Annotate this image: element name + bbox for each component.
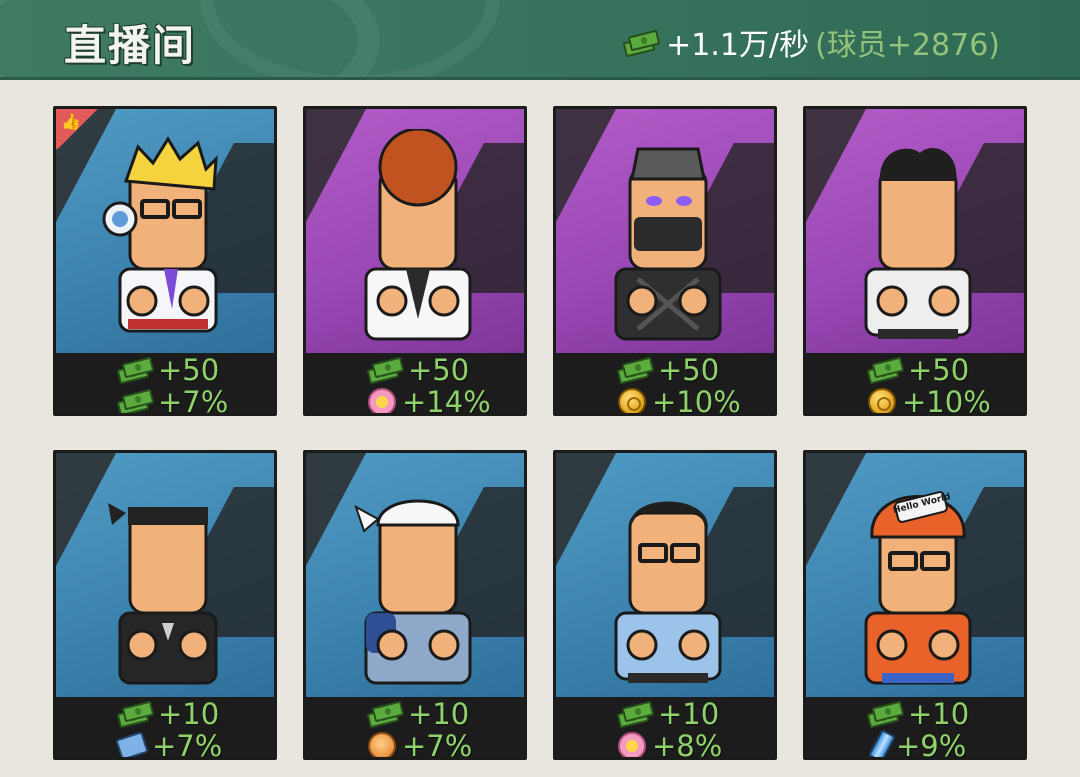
card-icon — [115, 731, 149, 757]
income-rate: +1.1万/秒 — [666, 28, 810, 63]
can-icon — [867, 729, 897, 757]
streamer-card[interactable]: +50 +14% — [303, 106, 527, 416]
cash-icon — [866, 700, 905, 729]
stat-value: +7% — [158, 385, 229, 416]
income-stat: +10 — [366, 697, 470, 731]
bonus-stat: +7% — [368, 729, 473, 760]
stat-value: +7% — [152, 729, 223, 760]
income-stat: +10 — [616, 697, 720, 731]
streamer-card[interactable]: +10 +7% — [303, 450, 527, 760]
coin-icon — [868, 388, 896, 413]
streamer-card[interactable]: +50 +10% — [553, 106, 777, 416]
bonus-stat: +9% — [867, 729, 967, 760]
streamer-card[interactable]: Hello World +10 +9% — [803, 450, 1027, 760]
stat-value: +50 — [908, 353, 970, 387]
character-portrait — [348, 127, 488, 349]
stat-value: +50 — [408, 353, 470, 387]
bonus-stat: +7% — [116, 385, 229, 416]
card-stats: +10 +8% — [556, 697, 774, 760]
income-stat: +50 — [116, 353, 220, 387]
flower-icon — [618, 732, 646, 757]
cash-icon — [616, 700, 655, 729]
flower-icon — [368, 388, 396, 413]
players-bonus: (球员+2876) — [815, 28, 1000, 63]
stat-value: +9% — [896, 729, 967, 760]
bonus-stat: +8% — [618, 729, 723, 760]
stat-value: +10 — [908, 697, 970, 731]
income-stat: +50 — [366, 353, 470, 387]
card-stats: +10 +7% — [56, 697, 274, 760]
stat-value: +14% — [402, 385, 491, 416]
income-stat: +50 — [866, 353, 970, 387]
card-stats: +10 +7% — [306, 697, 524, 760]
bonus-stat: +10% — [868, 385, 991, 416]
character-portrait — [98, 129, 238, 349]
streamer-card[interactable]: 👍 +50 +7% — [53, 106, 277, 416]
streamer-card[interactable]: +10 +7% — [53, 450, 277, 760]
character-portrait — [598, 129, 738, 349]
cash-icon — [116, 356, 155, 385]
card-stats: +50 +10% — [806, 353, 1024, 416]
stat-value: +10 — [158, 697, 220, 731]
card-stats: +50 +10% — [556, 353, 774, 416]
thumbs-up-icon: 👍 — [56, 109, 100, 149]
card-stats: +50 +14% — [306, 353, 524, 416]
stat-value: +10 — [658, 697, 720, 731]
stat-value: +10% — [652, 385, 741, 416]
bonus-stat: +10% — [618, 385, 741, 416]
card-stats: +50 +7% — [56, 353, 274, 416]
stat-value: +50 — [158, 353, 220, 387]
income-stat: +10 — [116, 697, 220, 731]
card-stats: +10 +9% — [806, 697, 1024, 760]
coin-icon — [618, 388, 646, 413]
cash-icon — [366, 700, 405, 729]
page-title: 直播间 — [64, 21, 197, 70]
income-stat: +50 — [616, 353, 720, 387]
income-stat: +10 — [866, 697, 970, 731]
character-portrait: Hello World — [848, 473, 988, 693]
stat-value: +10% — [902, 385, 991, 416]
cash-icon — [366, 356, 405, 385]
cash-icon — [866, 356, 905, 385]
character-portrait — [98, 473, 238, 693]
character-portrait — [848, 129, 988, 349]
stat-value: +7% — [402, 729, 473, 760]
cash-icon — [616, 356, 655, 385]
character-portrait — [348, 473, 488, 693]
income-display: +1.1万/秒 (球员+2876) — [622, 20, 1000, 64]
streamer-card[interactable]: +10 +8% — [553, 450, 777, 760]
bonus-stat: +14% — [368, 385, 491, 416]
cash-icon — [116, 388, 155, 413]
stat-value: +8% — [652, 729, 723, 760]
character-portrait — [598, 473, 738, 693]
cash-icon — [116, 700, 155, 729]
streamer-card[interactable]: +50 +10% — [803, 106, 1027, 416]
stat-value: +50 — [658, 353, 720, 387]
stat-value: +10 — [408, 697, 470, 731]
header-bar: 直播间 +1.1万/秒 (球员+2876) — [0, 0, 1080, 80]
bonus-stat: +7% — [115, 729, 223, 760]
thumb-icon — [368, 732, 396, 757]
cash-icon — [622, 29, 661, 58]
